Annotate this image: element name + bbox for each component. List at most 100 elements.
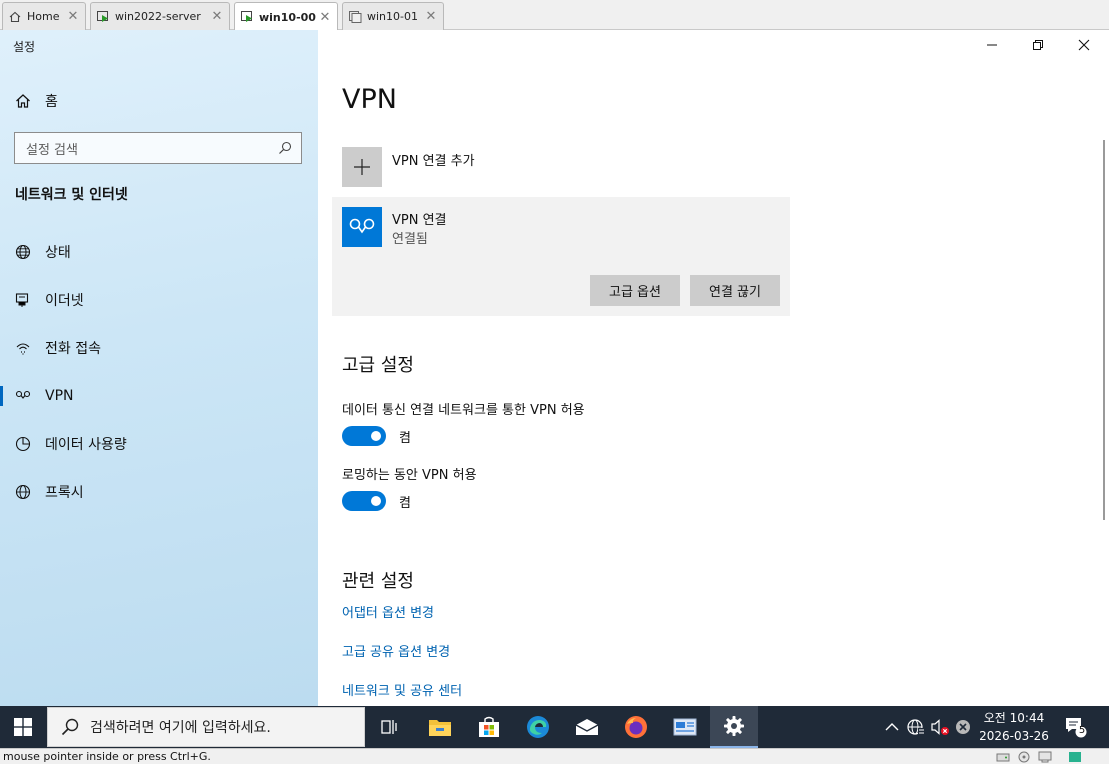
vm-tab-label: win10-01 [367, 10, 418, 23]
advanced-sharing-link[interactable]: 고급 공유 옵션 변경 [342, 641, 450, 660]
taskbar-clock[interactable]: 오전 10:44 2026-03-26 [976, 709, 1052, 745]
toggle-state: 켬 [399, 430, 411, 446]
search-icon [61, 718, 79, 736]
add-vpn-label: VPN 연결 추가 [392, 154, 475, 169]
settings-gear-icon [724, 716, 744, 736]
toggle-state: 켬 [399, 495, 411, 511]
store-button[interactable] [465, 706, 513, 748]
vm-tab-label: Home [27, 10, 60, 23]
taskbar-search-box[interactable]: 검색하려면 여기에 입력하세요. [47, 707, 365, 747]
vm-tab-win2022-server[interactable]: win2022-server ✕ [90, 2, 230, 30]
settings-app-button[interactable] [710, 706, 758, 748]
metered-vpn-toggle-row: 켬 [342, 426, 411, 446]
notification-count: 5 [1078, 725, 1086, 736]
close-button[interactable] [1061, 30, 1107, 60]
sidebar-item-status[interactable]: 상태 [0, 235, 318, 269]
mail-button[interactable] [563, 706, 611, 748]
roaming-vpn-toggle-row: 켬 [342, 491, 411, 511]
vm-tab-win10-01[interactable]: win10-01 ✕ [342, 2, 444, 30]
vm-tab-strip: Home ✕ win2022-server ✕ win10-00 ✕ win10… [0, 0, 1109, 31]
selection-indicator [0, 386, 3, 406]
clock-time: 오전 10:44 [983, 711, 1045, 725]
minimize-button[interactable] [969, 30, 1015, 60]
scrollbar[interactable] [1103, 140, 1105, 520]
toggle-knob [371, 496, 381, 506]
hard-disk-icon[interactable] [996, 751, 1010, 763]
home-icon [9, 11, 22, 23]
file-explorer-icon [429, 720, 451, 736]
chevron-up-icon [885, 723, 899, 731]
vm-running-icon [241, 11, 254, 23]
cd-drive-icon[interactable] [1017, 751, 1031, 763]
globe-status-icon [15, 244, 31, 260]
vm-app-icon [673, 718, 697, 736]
sidebar-item-ethernet[interactable]: 이더넷 [0, 283, 318, 317]
related-settings-heading: 관련 설정 [342, 571, 414, 592]
dialup-icon [15, 340, 31, 356]
roaming-vpn-toggle[interactable] [342, 491, 386, 511]
proxy-globe-icon [15, 484, 31, 500]
close-icon[interactable]: ✕ [423, 9, 439, 24]
vm-icon [349, 10, 362, 23]
vm-tab-label: win2022-server [115, 10, 201, 23]
page-title: VPN [342, 84, 397, 115]
vm-tab-label: win10-00 [259, 10, 316, 24]
vpn-connection-card[interactable]: VPN 연결 연결됨 고급 옵션 연결 끊기 [332, 197, 790, 316]
adapter-options-link[interactable]: 어댑터 옵션 변경 [342, 602, 434, 621]
vpn-connection-name: VPN 연결 [392, 213, 447, 228]
task-view-button[interactable] [366, 706, 414, 748]
error-circle-icon [956, 720, 970, 734]
add-vpn-connection-button[interactable]: VPN 연결 추가 [342, 147, 475, 187]
network-tray-button[interactable] [906, 717, 926, 737]
vm-tab-win10-00[interactable]: win10-00 ✕ [234, 2, 338, 31]
sidebar-item-label: 이더넷 [45, 293, 84, 309]
volume-muted-icon [931, 719, 949, 735]
network-globe-icon [907, 719, 925, 735]
ethernet-icon [15, 292, 31, 308]
restore-button[interactable] [1015, 30, 1061, 60]
clock-date: 2026-03-26 [979, 729, 1049, 743]
sidebar-item-data-usage[interactable]: 데이터 사용량 [0, 427, 318, 461]
taskbar: 검색하려면 여기에 입력하세요. 오전 10:44 2026-03-26 5 [0, 706, 1109, 748]
vpn-tray-status[interactable] [953, 717, 973, 737]
advanced-options-button[interactable]: 고급 옵션 [590, 275, 680, 306]
settings-sidebar: 설정 홈 설정 검색 네트워크 및 인터넷 상태 이더넷 전화 접속 VPN 데… [0, 30, 318, 706]
vpn-icon [15, 388, 31, 404]
network-sharing-center-link[interactable]: 네트워크 및 공유 센터 [342, 680, 462, 699]
sidebar-item-dialup[interactable]: 전화 접속 [0, 331, 318, 365]
edge-icon [527, 716, 549, 738]
sidebar-item-label: 데이터 사용량 [45, 437, 127, 453]
action-center-button[interactable]: 5 [1064, 717, 1090, 738]
sidebar-item-label: 프록시 [45, 485, 84, 501]
taskbar-search-placeholder: 검색하려면 여기에 입력하세요. [90, 720, 271, 736]
settings-search-input[interactable]: 설정 검색 [14, 132, 302, 164]
search-icon[interactable] [274, 137, 296, 159]
close-icon[interactable]: ✕ [317, 10, 333, 25]
show-hidden-icons-button[interactable] [882, 717, 902, 737]
sidebar-item-label: 상태 [45, 245, 71, 261]
vpn-connection-status: 연결됨 [392, 232, 428, 247]
edge-button[interactable] [514, 706, 562, 748]
close-icon[interactable]: ✕ [209, 9, 225, 24]
home-icon [15, 93, 31, 109]
vm-status-icon[interactable] [1068, 751, 1082, 763]
vm-app-button[interactable] [661, 706, 709, 748]
firefox-button[interactable] [612, 706, 660, 748]
status-text: mouse pointer inside or press Ctrl+G. [3, 750, 211, 763]
sidebar-item-label: 전화 접속 [45, 341, 101, 357]
disconnect-button[interactable]: 연결 끊기 [690, 275, 780, 306]
vpn-connection-icon [342, 207, 382, 247]
start-button[interactable] [0, 706, 46, 748]
network-adapter-icon[interactable] [1038, 751, 1052, 763]
nav-home[interactable]: 홈 [0, 86, 318, 116]
plus-icon [342, 147, 382, 187]
sidebar-item-vpn[interactable]: VPN [0, 379, 318, 413]
sidebar-item-proxy[interactable]: 프록시 [0, 475, 318, 509]
volume-tray-button[interactable] [930, 717, 950, 737]
toggle-knob [371, 431, 381, 441]
vm-tab-home[interactable]: Home ✕ [2, 2, 86, 30]
section-heading: 네트워크 및 인터넷 [15, 187, 128, 203]
metered-vpn-toggle[interactable] [342, 426, 386, 446]
file-explorer-button[interactable] [416, 706, 464, 748]
close-icon[interactable]: ✕ [65, 9, 81, 24]
